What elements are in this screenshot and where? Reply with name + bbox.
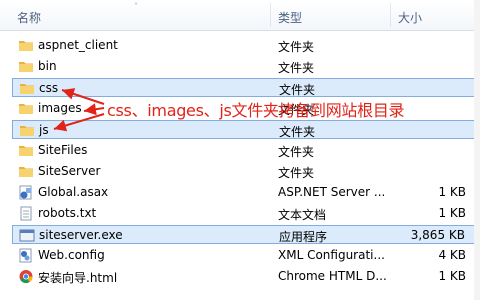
folder-icon	[18, 59, 34, 74]
aspx-file-icon	[18, 185, 34, 200]
file-row[interactable]: robots.txt 文本文档 1 KB	[12, 204, 478, 223]
file-size: 3,865 KB	[410, 228, 465, 242]
file-name: css	[39, 81, 59, 95]
file-size: 1 KB	[438, 185, 466, 199]
file-type: 文件夹	[279, 125, 316, 139]
file-row[interactable]: Web.config XML Configurati... 4 KB	[12, 246, 478, 265]
file-type: 应用程序	[279, 230, 328, 244]
file-name: siteserver.exe	[39, 228, 123, 242]
column-name-header[interactable]: 名称	[17, 9, 41, 26]
column-divider[interactable]	[270, 3, 271, 27]
config-file-icon	[18, 248, 34, 263]
file-size: 1 KB	[438, 206, 466, 220]
file-name: SiteFiles	[38, 143, 88, 157]
file-name: 安装向导.html	[38, 271, 118, 285]
file-type: 文件夹	[278, 61, 315, 75]
annotation-text: css、images、js文件夹拷备到网站根目录	[107, 101, 405, 120]
file-size: 4 KB	[438, 248, 466, 262]
file-row[interactable]: SiteFiles 文件夹	[12, 141, 478, 160]
file-size: 1 KB	[438, 269, 466, 283]
folder-icon	[18, 143, 34, 158]
file-name: bin	[38, 59, 57, 73]
file-name: robots.txt	[38, 206, 97, 220]
folder-icon	[19, 81, 35, 96]
column-type-header[interactable]: 类型	[278, 9, 302, 26]
file-name: SiteServer	[38, 164, 101, 178]
file-type: 文件夹	[279, 83, 316, 97]
file-row[interactable]: js 文件夹	[12, 120, 478, 139]
file-type: ASP.NET Server ...	[278, 185, 386, 199]
file-type: Chrome HTML D...	[278, 269, 387, 283]
chrome-html-icon	[18, 269, 34, 284]
file-row[interactable]: SiteServer 文件夹	[12, 162, 478, 181]
file-type: 文件夹	[278, 166, 315, 180]
column-header: ˄ 名称 类型 大小	[0, 0, 480, 31]
file-name: aspnet_client	[38, 38, 118, 52]
file-name: Global.asax	[38, 185, 109, 199]
text-file-icon	[18, 206, 34, 221]
file-row[interactable]: siteserver.exe 应用程序 3,865 KB	[12, 225, 478, 244]
file-name: Web.config	[38, 248, 105, 262]
vertical-scrollbar[interactable]	[474, 0, 480, 300]
folder-icon	[18, 164, 34, 179]
file-type: 文件夹	[278, 40, 315, 54]
sort-arrow-icon: ˄	[134, 2, 138, 11]
column-size-header[interactable]: 大小	[398, 9, 422, 26]
file-row[interactable]: aspnet_client 文件夹	[12, 36, 478, 55]
file-row[interactable]: css 文件夹	[12, 78, 478, 97]
folder-icon	[19, 123, 35, 138]
folder-icon	[18, 38, 34, 53]
column-divider[interactable]	[390, 3, 391, 27]
file-name: images	[38, 101, 82, 115]
file-type: XML Configurati...	[278, 248, 385, 262]
file-row[interactable]: bin 文件夹	[12, 57, 478, 76]
folder-icon	[18, 101, 34, 116]
file-row[interactable]: Global.asax ASP.NET Server ... 1 KB	[12, 183, 478, 202]
file-row[interactable]: 安装向导.html Chrome HTML D... 1 KB	[12, 267, 478, 286]
file-type: 文本文档	[278, 208, 327, 222]
file-name: js	[39, 123, 49, 137]
file-type: 文件夹	[278, 145, 315, 159]
exe-file-icon	[19, 228, 35, 243]
